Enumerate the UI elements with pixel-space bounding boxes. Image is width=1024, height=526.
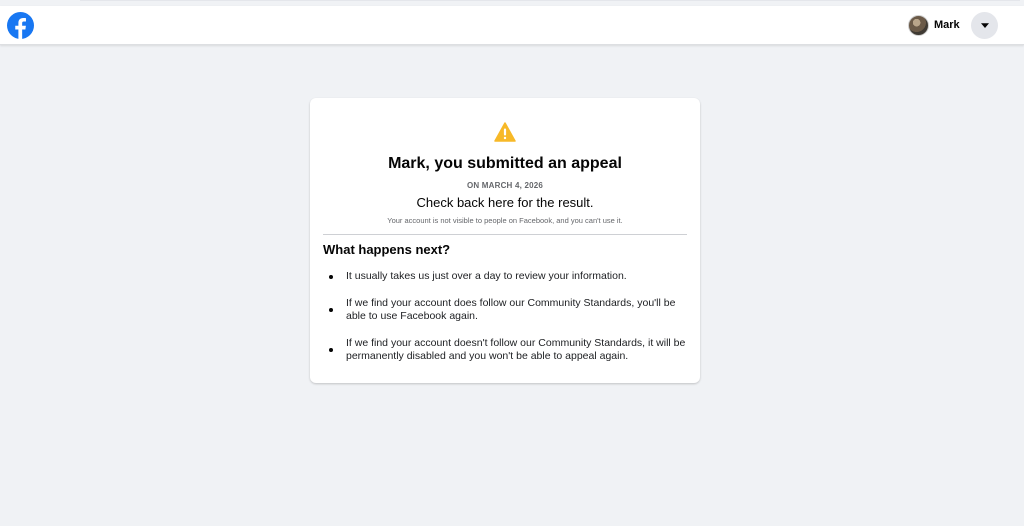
list-item-text: If we find your account doesn't follow o… bbox=[346, 337, 686, 362]
profile-button[interactable]: Mark bbox=[908, 14, 960, 36]
bullet-icon bbox=[329, 308, 333, 312]
facebook-logo-icon[interactable] bbox=[7, 12, 34, 39]
page-title: Mark, you submitted an appeal bbox=[388, 155, 622, 172]
account-menu-button[interactable] bbox=[971, 12, 998, 39]
profile-name: Mark bbox=[934, 19, 960, 31]
next-steps-list: It usually takes us just over a day to r… bbox=[323, 270, 687, 363]
list-item-text: It usually takes us just over a day to r… bbox=[346, 270, 627, 282]
list-item: If we find your account doesn't follow o… bbox=[323, 337, 687, 363]
avatar bbox=[908, 14, 929, 36]
top-navbar: Mark bbox=[0, 6, 1024, 45]
bullet-icon bbox=[329, 348, 333, 352]
top-border bbox=[80, 0, 1020, 1]
list-item: If we find your account does follow our … bbox=[323, 297, 687, 323]
appeal-date: ON MARCH 4, 2026 bbox=[466, 181, 544, 190]
bullet-icon bbox=[329, 274, 333, 279]
next-steps-heading: What happens next? bbox=[323, 242, 451, 257]
check-back-text: Check back here for the result. bbox=[416, 195, 594, 210]
list-item-text: If we find your account does follow our … bbox=[346, 297, 676, 322]
appeal-card: Mark, you submitted an appeal ON MARCH 4… bbox=[310, 98, 700, 383]
divider bbox=[323, 234, 687, 235]
account-status-note: Your account is not visible to people on… bbox=[387, 216, 623, 225]
list-item: It usually takes us just over a day to r… bbox=[323, 270, 687, 283]
caret-down-icon bbox=[980, 23, 989, 28]
warning-triangle-icon bbox=[494, 122, 516, 142]
